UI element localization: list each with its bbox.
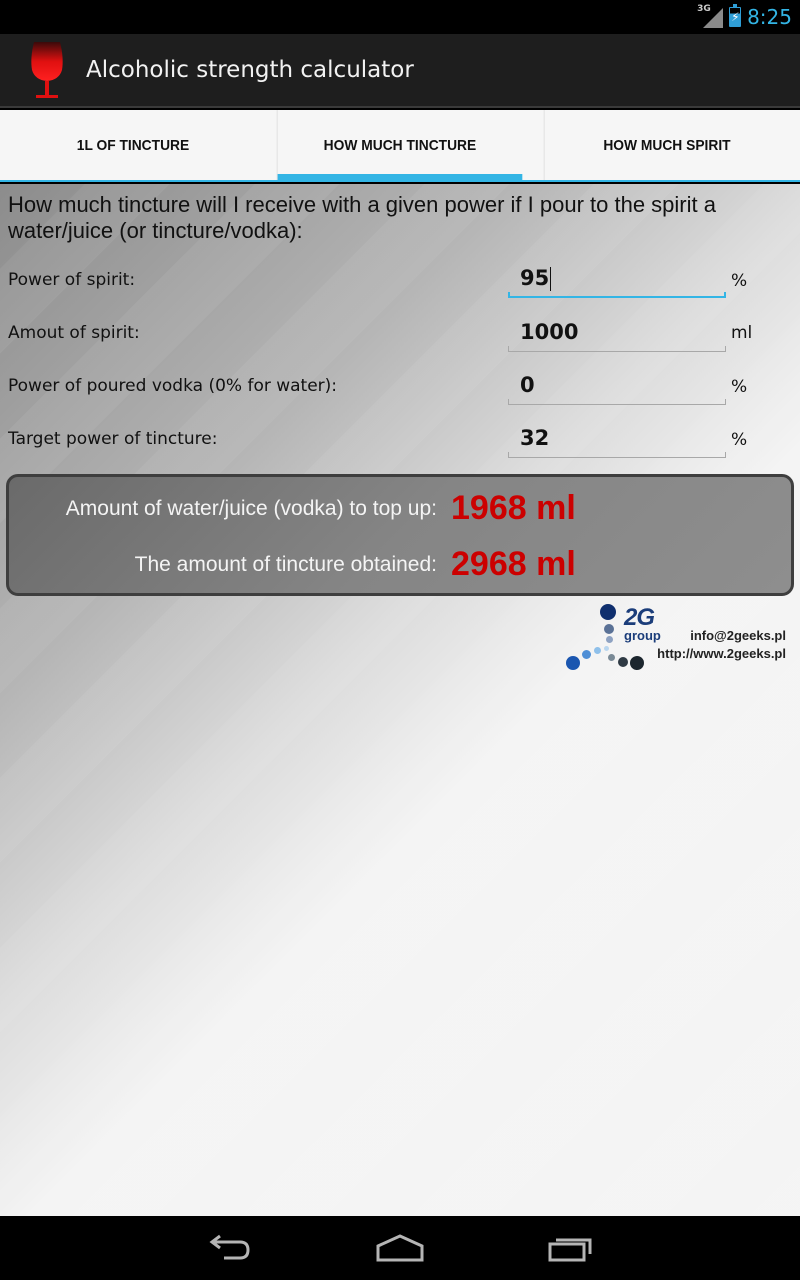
wine-glass-icon[interactable]: [28, 40, 66, 102]
amount-of-spirit-input[interactable]: 1000: [508, 316, 726, 352]
contact-url[interactable]: http://www.2geeks.pl: [657, 646, 786, 661]
power-of-vodka-unit: %: [731, 377, 748, 397]
power-of-spirit-value: 95: [520, 266, 550, 290]
tab-indicator: [277, 174, 523, 182]
home-icon[interactable]: [370, 1230, 430, 1266]
tincture-obtained-value: 2968 ml: [451, 545, 576, 583]
logo-dot: [604, 624, 614, 634]
amount-of-spirit-label: Amout of spirit:: [8, 323, 140, 343]
tab-bar: 1L OF TINCTURE HOW MUCH TINCTURE HOW MUC…: [0, 110, 800, 182]
target-power-unit: %: [731, 430, 748, 450]
tab-1l-of-tincture[interactable]: 1L OF TINCTURE: [11, 110, 256, 180]
logo-dot: [606, 636, 613, 643]
tab-how-much-tincture[interactable]: HOW MUCH TINCTURE: [276, 110, 523, 182]
action-bar: Alcoholic strength calculator: [0, 34, 800, 108]
target-power-value: 32: [520, 426, 550, 450]
water-to-top-up-value: 1968 ml: [451, 489, 576, 527]
battery-charging-icon: ⚡: [729, 4, 742, 27]
status-bar: 3G ⚡ 8:25: [0, 0, 800, 34]
logo-dot: [600, 604, 616, 620]
recent-apps-icon[interactable]: [540, 1230, 600, 1266]
logo-subtitle: group: [624, 628, 661, 643]
target-power-label: Target power of tincture:: [8, 429, 218, 449]
calculator-panel: How much tincture will I receive with a …: [0, 184, 800, 1216]
power-of-spirit-label: Power of spirit:: [8, 270, 136, 290]
logo-dot: [618, 657, 628, 667]
logo-dot: [630, 656, 644, 670]
tab-label: 1L OF TINCTURE: [76, 136, 190, 154]
tincture-obtained-label: The amount of tincture obtained:: [134, 553, 437, 576]
power-of-spirit-input[interactable]: 95: [508, 262, 726, 298]
intro-text: How much tincture will I receive with a …: [8, 192, 716, 243]
water-to-top-up-label: Amount of water/juice (vodka) to top up:: [65, 497, 437, 520]
logo-dot: [582, 650, 591, 659]
navigation-bar: [0, 1216, 800, 1280]
target-power-input[interactable]: 32: [508, 422, 726, 458]
contact-email[interactable]: info@2geeks.pl: [690, 628, 786, 643]
signal-icon: 3G: [697, 4, 724, 28]
power-of-vodka-label: Power of poured vodka (0% for water):: [8, 376, 338, 396]
power-of-vodka-input[interactable]: 0: [508, 369, 726, 405]
app-title: Alcoholic strength calculator: [86, 57, 414, 83]
tab-label: HOW MUCH SPIRIT: [603, 136, 731, 154]
power-of-spirit-unit: %: [731, 271, 748, 291]
amount-of-spirit-unit: ml: [731, 323, 753, 343]
logo-dot: [566, 656, 580, 670]
results-box: Amount of water/juice (vodka) to top up:…: [6, 474, 794, 596]
2geeks-logo[interactable]: 2G group info@2geeks.pl http://www.2geek…: [562, 602, 794, 672]
tab-how-much-spirit[interactable]: HOW MUCH SPIRIT: [543, 110, 790, 180]
logo-dot: [608, 654, 615, 661]
logo-dot: [594, 647, 601, 654]
amount-of-spirit-value: 1000: [520, 320, 579, 344]
clock: 8:25: [747, 5, 792, 29]
tab-label: HOW MUCH TINCTURE: [323, 136, 477, 154]
power-of-vodka-value: 0: [520, 373, 535, 397]
back-icon[interactable]: [200, 1230, 260, 1266]
logo-dot: [604, 646, 609, 651]
text-caret: [550, 267, 552, 291]
